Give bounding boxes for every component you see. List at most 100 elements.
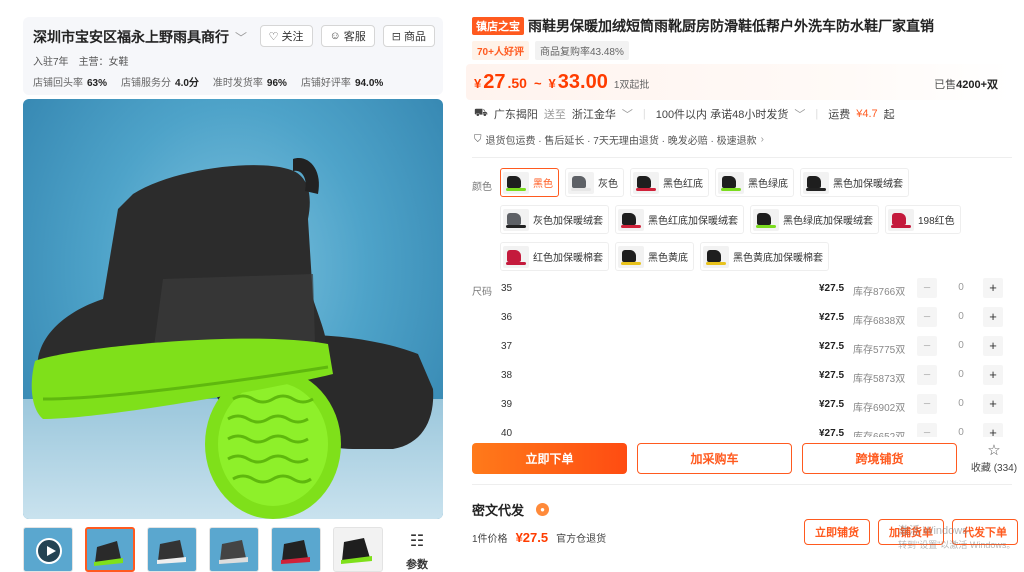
truck-icon: ⛟ (474, 107, 488, 119)
cross-border-button[interactable]: 跨境铺货 (802, 443, 957, 474)
add-to-cart-button[interactable]: 加采购车 (637, 443, 792, 474)
color-option[interactable]: 红色加保暖棉套 (500, 242, 609, 271)
divider (472, 157, 1012, 158)
boot-swatch-icon (633, 171, 659, 194)
size-value: 38 (501, 370, 513, 381)
size-row: 38 ¥27.5 库存5873双 − 0 + (466, 361, 1014, 390)
guarantee-row[interactable]: ⛉ 退货包运费 · 售后延长 · 7天无理由退货 · 晚发必赔 · 极速退款 › (474, 132, 764, 147)
chevron-down-icon[interactable]: ﹀ (235, 29, 247, 46)
currency-symbol: ¥ (474, 76, 482, 91)
freight-label: 运费 (828, 109, 851, 121)
shop-stat: 店铺服务分 4.0分 (121, 78, 199, 89)
color-option[interactable]: 黑色黄底 (615, 242, 694, 271)
unit-price: ¥27.5 (515, 530, 549, 545)
favorite-button[interactable]: ☆ 收藏 (334) (969, 443, 1019, 475)
follow-button[interactable]: ♡ 关注 (259, 25, 313, 47)
currency-symbol: ¥ (548, 76, 556, 91)
shop-goods-button[interactable]: ⊟ 商品 (382, 25, 435, 47)
list-now-button[interactable]: 立即铺货 (804, 519, 870, 545)
size-row: 35 ¥27.5 库存8766双 − 0 + (466, 274, 1014, 303)
color-option-label: 黑色红底加保暖绒套 (648, 216, 738, 227)
price-separator: ~ (533, 76, 542, 91)
rain-boots-illustration (31, 158, 434, 519)
size-price: ¥27.5 (819, 341, 845, 352)
quantity-input[interactable]: 0 (951, 427, 971, 437)
color-option[interactable]: 黑色红底加保暖绒套 (615, 205, 744, 234)
plus-icon[interactable]: + (983, 365, 1003, 385)
quantity-stepper: − 0 + (917, 423, 1007, 437)
quantity-stepper: − 0 + (917, 278, 1007, 298)
size-value: 35 (501, 283, 513, 294)
size-list[interactable]: 35 ¥27.5 库存8766双 −0 +36 ¥27.5 库存6838双 −0 +37 ¥27.… (466, 274, 1014, 437)
guarantee-text: 退货包运费 · 售后延长 · 7天无理由退货 · 晚发必赔 · 极速退款 (485, 136, 757, 147)
size-stock: 库存6838双 (853, 316, 906, 327)
size-stock: 库存6902双 (853, 403, 906, 414)
plus-icon[interactable]: + (983, 336, 1003, 356)
thumbnail[interactable] (209, 527, 259, 572)
color-option[interactable]: 黑色绿底加保暖绒套 (750, 205, 879, 234)
plus-icon[interactable]: + (983, 423, 1003, 437)
color-option[interactable]: 黑色 (500, 168, 559, 197)
ship-to-location[interactable]: 浙江金华 (572, 106, 616, 122)
buy-now-button[interactable]: 立即下单 (472, 443, 627, 474)
minus-icon[interactable]: − (917, 365, 937, 385)
size-stock: 库存5873双 (853, 374, 906, 385)
boot-thumb-image (341, 538, 372, 564)
minus-icon[interactable]: − (917, 336, 937, 356)
reviews-badge[interactable]: 70+人好评 (472, 41, 529, 60)
color-option[interactable]: 黑色黄底加保暖棉套 (700, 242, 829, 271)
size-value: 40 (501, 428, 513, 437)
minus-icon[interactable]: − (917, 423, 937, 437)
minus-icon[interactable]: − (917, 307, 937, 327)
color-option[interactable]: 黑色红底 (630, 168, 709, 197)
price-range: ¥ 27 .50 ~ ¥ 33.00 1双起批 (474, 71, 649, 94)
shop-years: 入驻7年 (33, 57, 69, 68)
thumbnail[interactable] (333, 527, 383, 572)
quantity-input[interactable]: 0 (951, 282, 971, 293)
minus-icon[interactable]: − (917, 278, 937, 298)
color-option[interactable]: 灰色加保暖绒套 (500, 205, 609, 234)
follow-label: 关注 (281, 31, 304, 43)
color-option[interactable]: 灰色 (565, 168, 624, 197)
shop-name[interactable]: 深圳市宝安区福永上野雨具商行 ﹀ (33, 27, 247, 47)
price-low-integer: 27 (483, 71, 506, 93)
size-row: 37 ¥27.5 库存5775双 − 0 + (466, 332, 1014, 361)
params-button[interactable]: ☷ 参数 (392, 527, 442, 572)
plus-icon[interactable]: + (983, 307, 1003, 327)
chevron-down-icon[interactable]: ﹀ (794, 106, 805, 122)
divider: | (642, 108, 646, 120)
plus-icon[interactable]: + (983, 278, 1003, 298)
thumbnail-video[interactable] (23, 527, 73, 572)
windows-activation-watermark: 激活 Windows 转到"设置"以激活 Windows。 (898, 524, 1015, 552)
thumbnail[interactable] (85, 527, 135, 572)
main-product-image[interactable] (23, 99, 443, 519)
boot-swatch-icon (503, 171, 529, 194)
minus-icon[interactable]: − (917, 394, 937, 414)
color-option-label: 黑色 (533, 179, 553, 190)
customer-service-button[interactable]: ☺ 客服 (320, 25, 375, 47)
shop-name-text[interactable]: 深圳市宝安区福永上野雨具商行 (33, 29, 229, 45)
color-option-label: 黑色红底 (663, 179, 703, 190)
plus-icon[interactable]: + (983, 394, 1003, 414)
thumbnail[interactable] (271, 527, 321, 572)
favorite-label: 收藏 (970, 463, 991, 474)
play-icon[interactable] (36, 538, 62, 564)
distribution-title: 密文代发 ● (472, 500, 550, 519)
quantity-input[interactable]: 0 (951, 369, 971, 380)
boot-swatch-icon (753, 208, 779, 231)
color-option[interactable]: 黑色加保暖绒套 (800, 168, 909, 197)
freight-value: ¥4.7 (856, 108, 878, 120)
quantity-input[interactable]: 0 (951, 398, 971, 409)
color-option[interactable]: 198红色 (885, 205, 961, 234)
size-price: ¥27.5 (819, 428, 845, 437)
quantity-input[interactable]: 0 (951, 340, 971, 351)
thumbnail[interactable] (147, 527, 197, 572)
size-price: ¥27.5 (819, 399, 845, 410)
boot-thumb-image (281, 540, 310, 564)
unit-price-row: 1件价格 ¥27.5 官方仓退货 (472, 530, 606, 545)
color-option[interactable]: 黑色绿底 (715, 168, 794, 197)
chevron-right-icon: › (760, 134, 764, 145)
shop-card: 深圳市宝安区福永上野雨具商行 ﹀ ♡ 关注 ☺ 客服 ⊟ 商品 入驻7年 主营：女鞋 店… (23, 17, 443, 95)
quantity-input[interactable]: 0 (951, 311, 971, 322)
chevron-down-icon[interactable]: ﹀ (622, 106, 633, 122)
